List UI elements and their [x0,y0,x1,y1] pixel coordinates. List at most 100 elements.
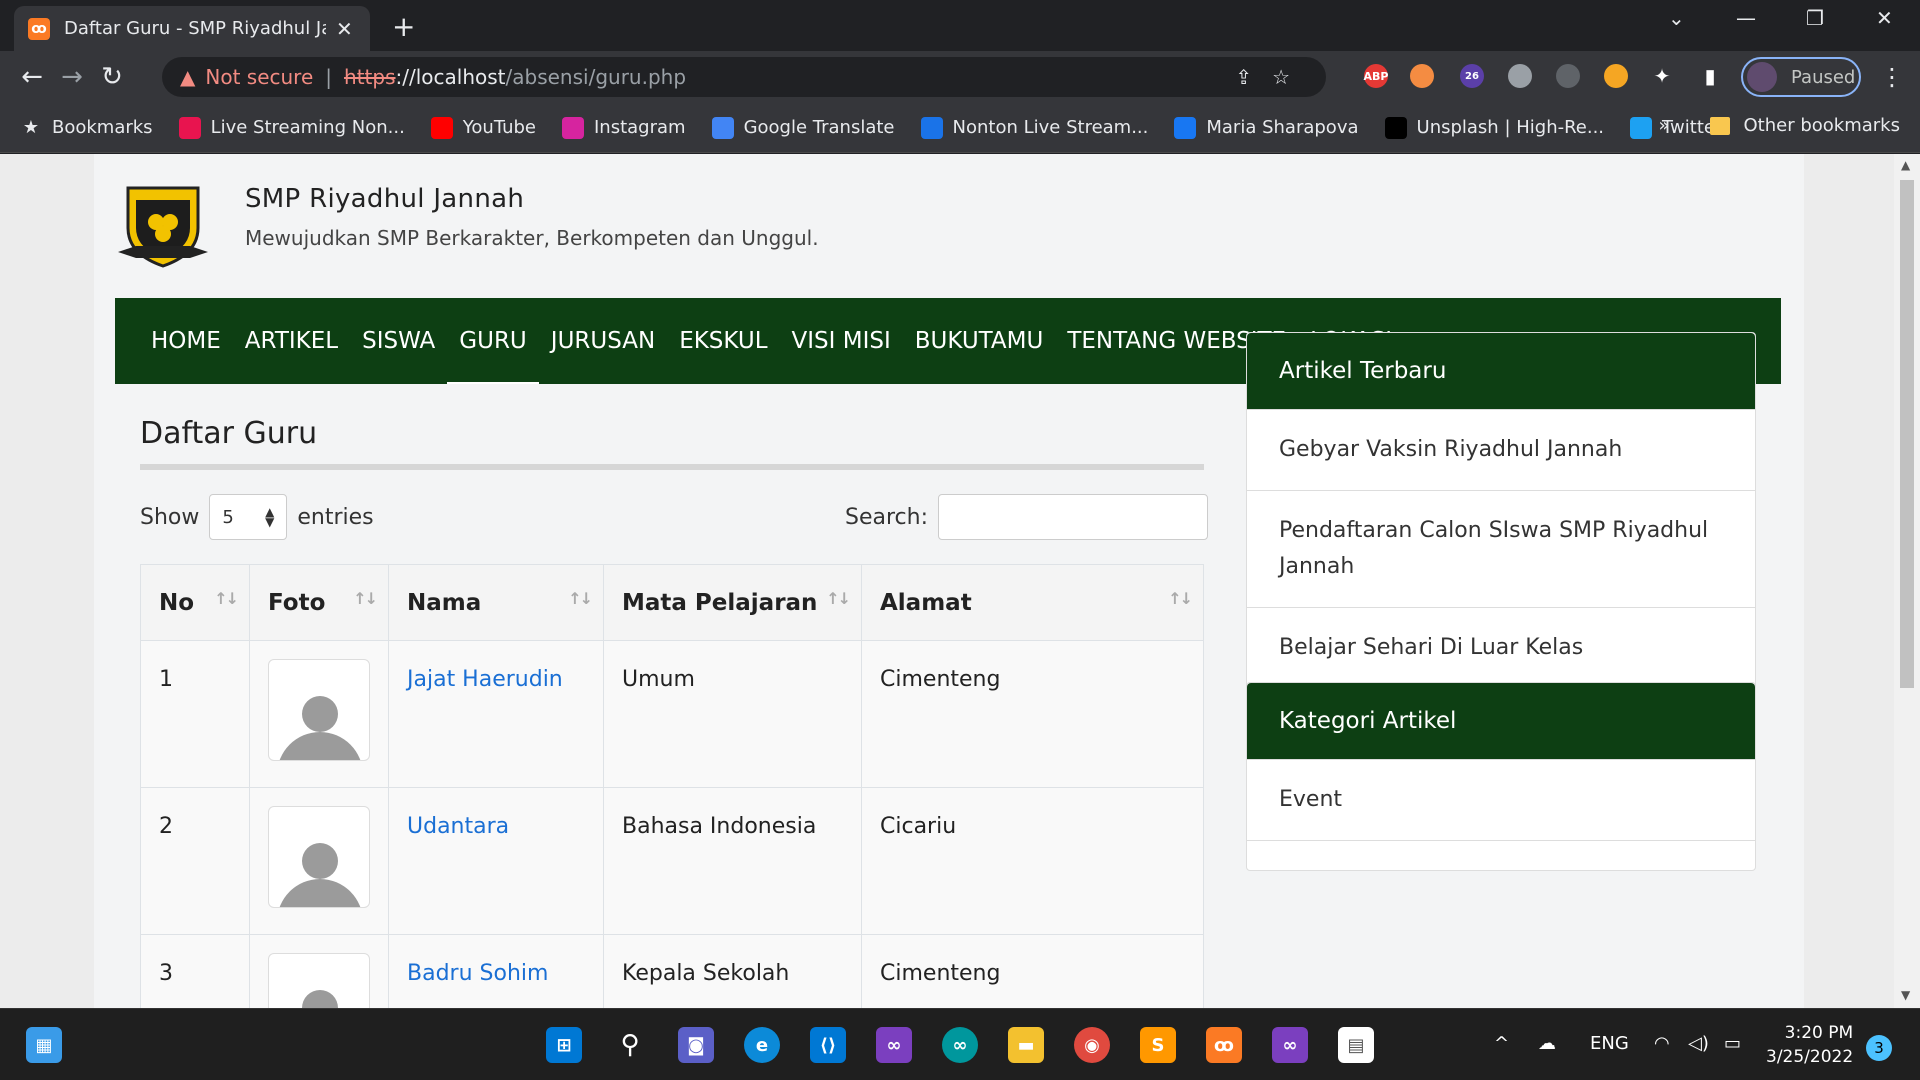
column-header-alamat[interactable]: Alamat ↑↓ [861,564,1204,641]
adblock-icon[interactable]: ABP [1364,64,1388,88]
bookmark-item[interactable]: Unsplash | High-Re... [1384,116,1604,139]
side-panel-icon[interactable]: ▮ [1698,64,1722,88]
minimize-icon[interactable]: — [1736,6,1756,30]
cell-mapel: Kepala Sekolah [603,934,862,1008]
column-header-mapel[interactable]: Mata Pelajaran ↑↓ [603,564,862,641]
tab-search-icon[interactable]: ⌄ [1668,6,1685,30]
profile-button[interactable]: Paused [1741,57,1861,97]
folder-icon [1709,116,1730,135]
back-icon[interactable]: ← [12,62,52,92]
search-icon[interactable]: ⚲ [612,1027,648,1063]
scrollbar-thumb[interactable] [1900,180,1914,688]
cell-foto [249,640,389,788]
column-header-no[interactable]: No ↑↓ [140,564,250,641]
extension-person-icon[interactable] [1556,64,1580,88]
new-tab-icon[interactable]: + [392,10,415,43]
nav-link-home[interactable]: HOME [151,322,221,360]
article-link[interactable]: Pendaftaran Calon SIswa SMP Riyadhul Jan… [1247,490,1755,607]
show-label: Show [140,504,200,530]
bookmark-item[interactable]: Maria Sharapova [1174,116,1359,139]
share-icon[interactable]: ⇪☆ [1235,65,1310,89]
user-placeholder-icon[interactable] [268,806,370,908]
cell-alamat: Cicariu [861,787,1204,935]
bookmark-item[interactable]: ★ Bookmarks [20,117,153,139]
reload-icon[interactable]: ↻ [92,62,132,92]
nav-link-guru[interactable]: GURU [447,322,540,384]
arduino-icon[interactable]: ∞ [942,1027,978,1063]
chevron-up-icon[interactable]: ^ [1494,1033,1509,1054]
clock[interactable]: 3:20 PM 3/25/2022 [1766,1021,1853,1069]
sublime-icon[interactable]: S [1140,1027,1176,1063]
vscode-icon[interactable]: ⟨⟩ [810,1027,846,1063]
cell-nama: Udantara [388,787,604,935]
address-bar[interactable]: ▲ Not secure | https://localhost/absensi… [162,57,1326,97]
page-title: Daftar Guru [140,416,318,451]
puzzle-icon[interactable]: ✦ [1650,64,1674,88]
xampp-icon: ꝏ [28,17,50,40]
column-header-foto[interactable]: Foto ↑↓ [249,564,389,641]
start-icon[interactable]: ▦ [26,1027,62,1063]
bookmark-item[interactable]: YouTube [430,116,536,139]
nav-link-visi-misi[interactable]: VISI MISI [792,322,891,360]
volume-icon[interactable]: ◁) [1688,1033,1709,1054]
scroll-up-icon[interactable]: ▲ [1901,158,1910,172]
bookmarks-overflow-icon[interactable]: » [1659,115,1670,136]
restore-icon[interactable]: ❐ [1806,6,1824,30]
teams-chat-icon[interactable]: ◙ [678,1027,714,1063]
entries-label: entries [297,504,374,530]
browser-tab[interactable]: ꝏ Daftar Guru - SMP Riyadhul Jannah ✕ [14,6,370,51]
visual-studio-2-icon[interactable]: ∞ [1272,1027,1308,1063]
close-tab-icon[interactable]: ✕ [336,17,353,41]
wifi-icon[interactable]: ◠ [1654,1033,1670,1054]
extension-badge-icon[interactable]: 26 [1460,64,1484,88]
address-separator: | [325,65,333,89]
edge-icon[interactable]: e [744,1027,780,1063]
scroll-down-icon[interactable]: ▼ [1901,988,1910,1002]
google-translate-icon [711,116,734,139]
article-link[interactable]: Gebyar Vaksin Riyadhul Jannah [1247,409,1755,490]
bookmark-label: Maria Sharapova [1206,117,1359,138]
other-bookmarks[interactable]: Other bookmarks [1744,115,1900,136]
nav-link-siswa[interactable]: SISWA [362,322,435,360]
teacher-name-link[interactable]: Udantara [407,814,509,839]
bookmarks-bar: ★ Bookmarks Live Streaming Non... YouTube In… [0,103,1920,153]
bookmark-item[interactable]: Instagram [562,116,686,139]
battery-icon[interactable]: ▭ [1724,1033,1741,1054]
nav-link-jurusan[interactable]: JURUSAN [551,322,655,360]
forward-icon[interactable]: → [52,62,92,92]
bookmark-item[interactable]: Nonton Live Stream... [920,116,1148,139]
visual-studio-icon[interactable]: ∞ [876,1027,912,1063]
bookmark-item[interactable]: Google Translate [711,116,895,139]
extension-flame-icon[interactable] [1604,64,1628,88]
language-indicator[interactable]: ENG [1590,1033,1629,1054]
nav-link-ekskul[interactable]: EKSKUL [679,322,767,360]
chrome-icon[interactable]: ◉ [1074,1027,1110,1063]
table-search: Search: [845,494,1208,540]
entries-select[interactable]: 5 ▲ ▼ [209,494,288,540]
user-placeholder-icon[interactable] [268,659,370,761]
close-window-icon[interactable]: ✕ [1876,6,1893,30]
category-link[interactable]: Event [1247,759,1755,840]
extension-orange-icon[interactable] [1410,64,1434,88]
menu-kebab-icon[interactable]: ⋮ [1880,63,1904,91]
article-category-title: Kategori Artikel [1247,683,1755,759]
teacher-name-link[interactable]: Jajat Haerudin [407,667,563,692]
onedrive-icon[interactable]: ☁ [1538,1033,1556,1054]
xampp-taskbar-icon[interactable]: ꝏ [1206,1027,1242,1063]
shield-icon[interactable] [1508,64,1532,88]
page-scrollbar[interactable]: ▲ ▼ [1894,154,1920,1008]
user-placeholder-icon[interactable] [268,953,370,1008]
column-header-nama[interactable]: Nama ↑↓ [388,564,604,641]
article-link[interactable]: Belajar Sehari Di Luar Kelas [1247,607,1755,688]
nav-link-artikel[interactable]: ARTIKEL [245,322,338,360]
teacher-name-link[interactable]: Badru Sohim [407,961,548,986]
bookmark-item[interactable]: Live Streaming Non... [178,116,405,139]
select-arrows-icon: ▲ ▼ [265,505,275,529]
windows-taskbar: ▦ ⊞ ⚲ ◙ e ⟨⟩ ∞ ∞ ▬ ◉ S ꝏ ∞ ▤ ^ ☁ ENG ◠ ◁… [0,1008,1920,1080]
notepad-icon[interactable]: ▤ [1338,1027,1374,1063]
notification-badge[interactable]: 3 [1866,1035,1892,1061]
windows-icon[interactable]: ⊞ [546,1027,582,1063]
nav-link-bukutamu[interactable]: BUKUTAMU [915,322,1044,360]
file-explorer-icon[interactable]: ▬ [1008,1027,1044,1063]
search-input[interactable] [938,494,1208,540]
